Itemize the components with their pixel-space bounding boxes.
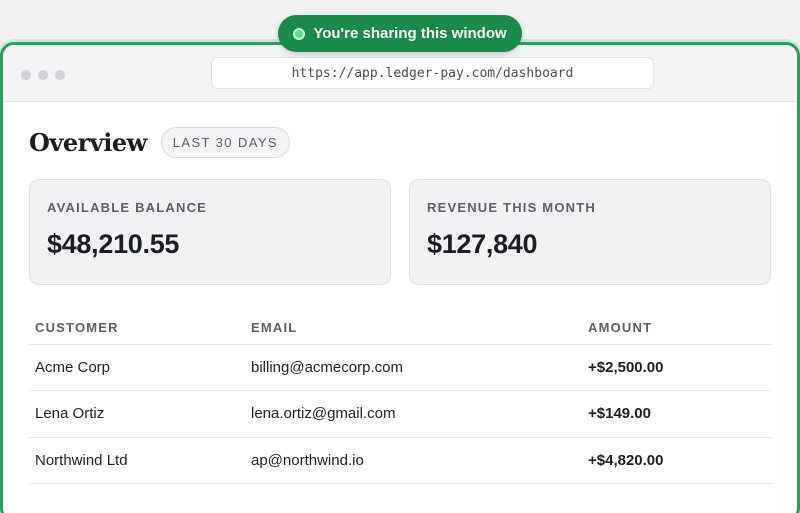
table-row[interactable]: Northwind Ltd ap@northwind.io +$4,820.00: [29, 437, 772, 484]
close-window-dot-icon[interactable]: [21, 70, 31, 80]
window-controls: [21, 70, 65, 80]
revenue-card: REVENUE THIS MONTH $127,840: [409, 179, 771, 285]
amount-cell: +$2,500.00: [582, 344, 772, 391]
sharing-status-dot-icon: [293, 27, 306, 40]
available-balance-card: AVAILABLE BALANCE $48,210.55: [29, 179, 391, 285]
shared-browser-window: https://app.ledger-pay.com/dashboard Ove…: [0, 42, 800, 513]
minimize-window-dot-icon[interactable]: [38, 70, 48, 80]
overview-header: Overview LAST 30 DAYS: [29, 127, 771, 158]
dashboard-content: Overview LAST 30 DAYS AVAILABLE BALANCE …: [3, 127, 797, 484]
customer-cell: Acme Corp: [29, 344, 245, 391]
revenue-value: $127,840: [427, 229, 538, 259]
date-range-badge[interactable]: LAST 30 DAYS: [160, 127, 290, 158]
amount-cell: +$4,820.00: [582, 437, 772, 484]
column-header-email: EMAIL: [245, 311, 582, 345]
screen-sharing-indicator[interactable]: You're sharing this window: [278, 15, 522, 52]
column-header-amount: AMOUNT: [582, 311, 772, 345]
amount-cell: +$149.00: [582, 390, 772, 438]
table-row[interactable]: Acme Corp billing@acmecorp.com +$2,500.0…: [29, 344, 772, 391]
email-cell: billing@acmecorp.com: [245, 344, 582, 391]
address-bar[interactable]: https://app.ledger-pay.com/dashboard: [211, 57, 654, 89]
table-header-row: CUSTOMER EMAIL AMOUNT: [29, 311, 772, 345]
revenue-label: REVENUE THIS MONTH: [427, 200, 596, 215]
email-cell: ap@northwind.io: [245, 437, 582, 484]
maximize-window-dot-icon[interactable]: [55, 70, 65, 80]
page-title: Overview: [29, 128, 147, 157]
customer-cell: Northwind Ltd: [29, 437, 245, 484]
available-balance-value: $48,210.55: [47, 229, 180, 259]
summary-cards: AVAILABLE BALANCE $48,210.55 REVENUE THI…: [29, 179, 771, 285]
available-balance-label: AVAILABLE BALANCE: [47, 200, 208, 215]
email-cell: lena.ortiz@gmail.com: [245, 390, 582, 438]
browser-titlebar: https://app.ledger-pay.com/dashboard: [3, 45, 797, 102]
customer-cell: Lena Ortiz: [29, 390, 245, 438]
transactions-table: CUSTOMER EMAIL AMOUNT Acme Corp billing@…: [29, 311, 772, 484]
screen: You're sharing this window https://app.l…: [0, 0, 800, 513]
address-bar-url: https://app.ledger-pay.com/dashboard: [291, 65, 574, 81]
sharing-indicator-label: You're sharing this window: [313, 25, 507, 42]
table-row[interactable]: Lena Ortiz lena.ortiz@gmail.com +$149.00: [29, 390, 772, 438]
column-header-customer: CUSTOMER: [29, 311, 245, 345]
